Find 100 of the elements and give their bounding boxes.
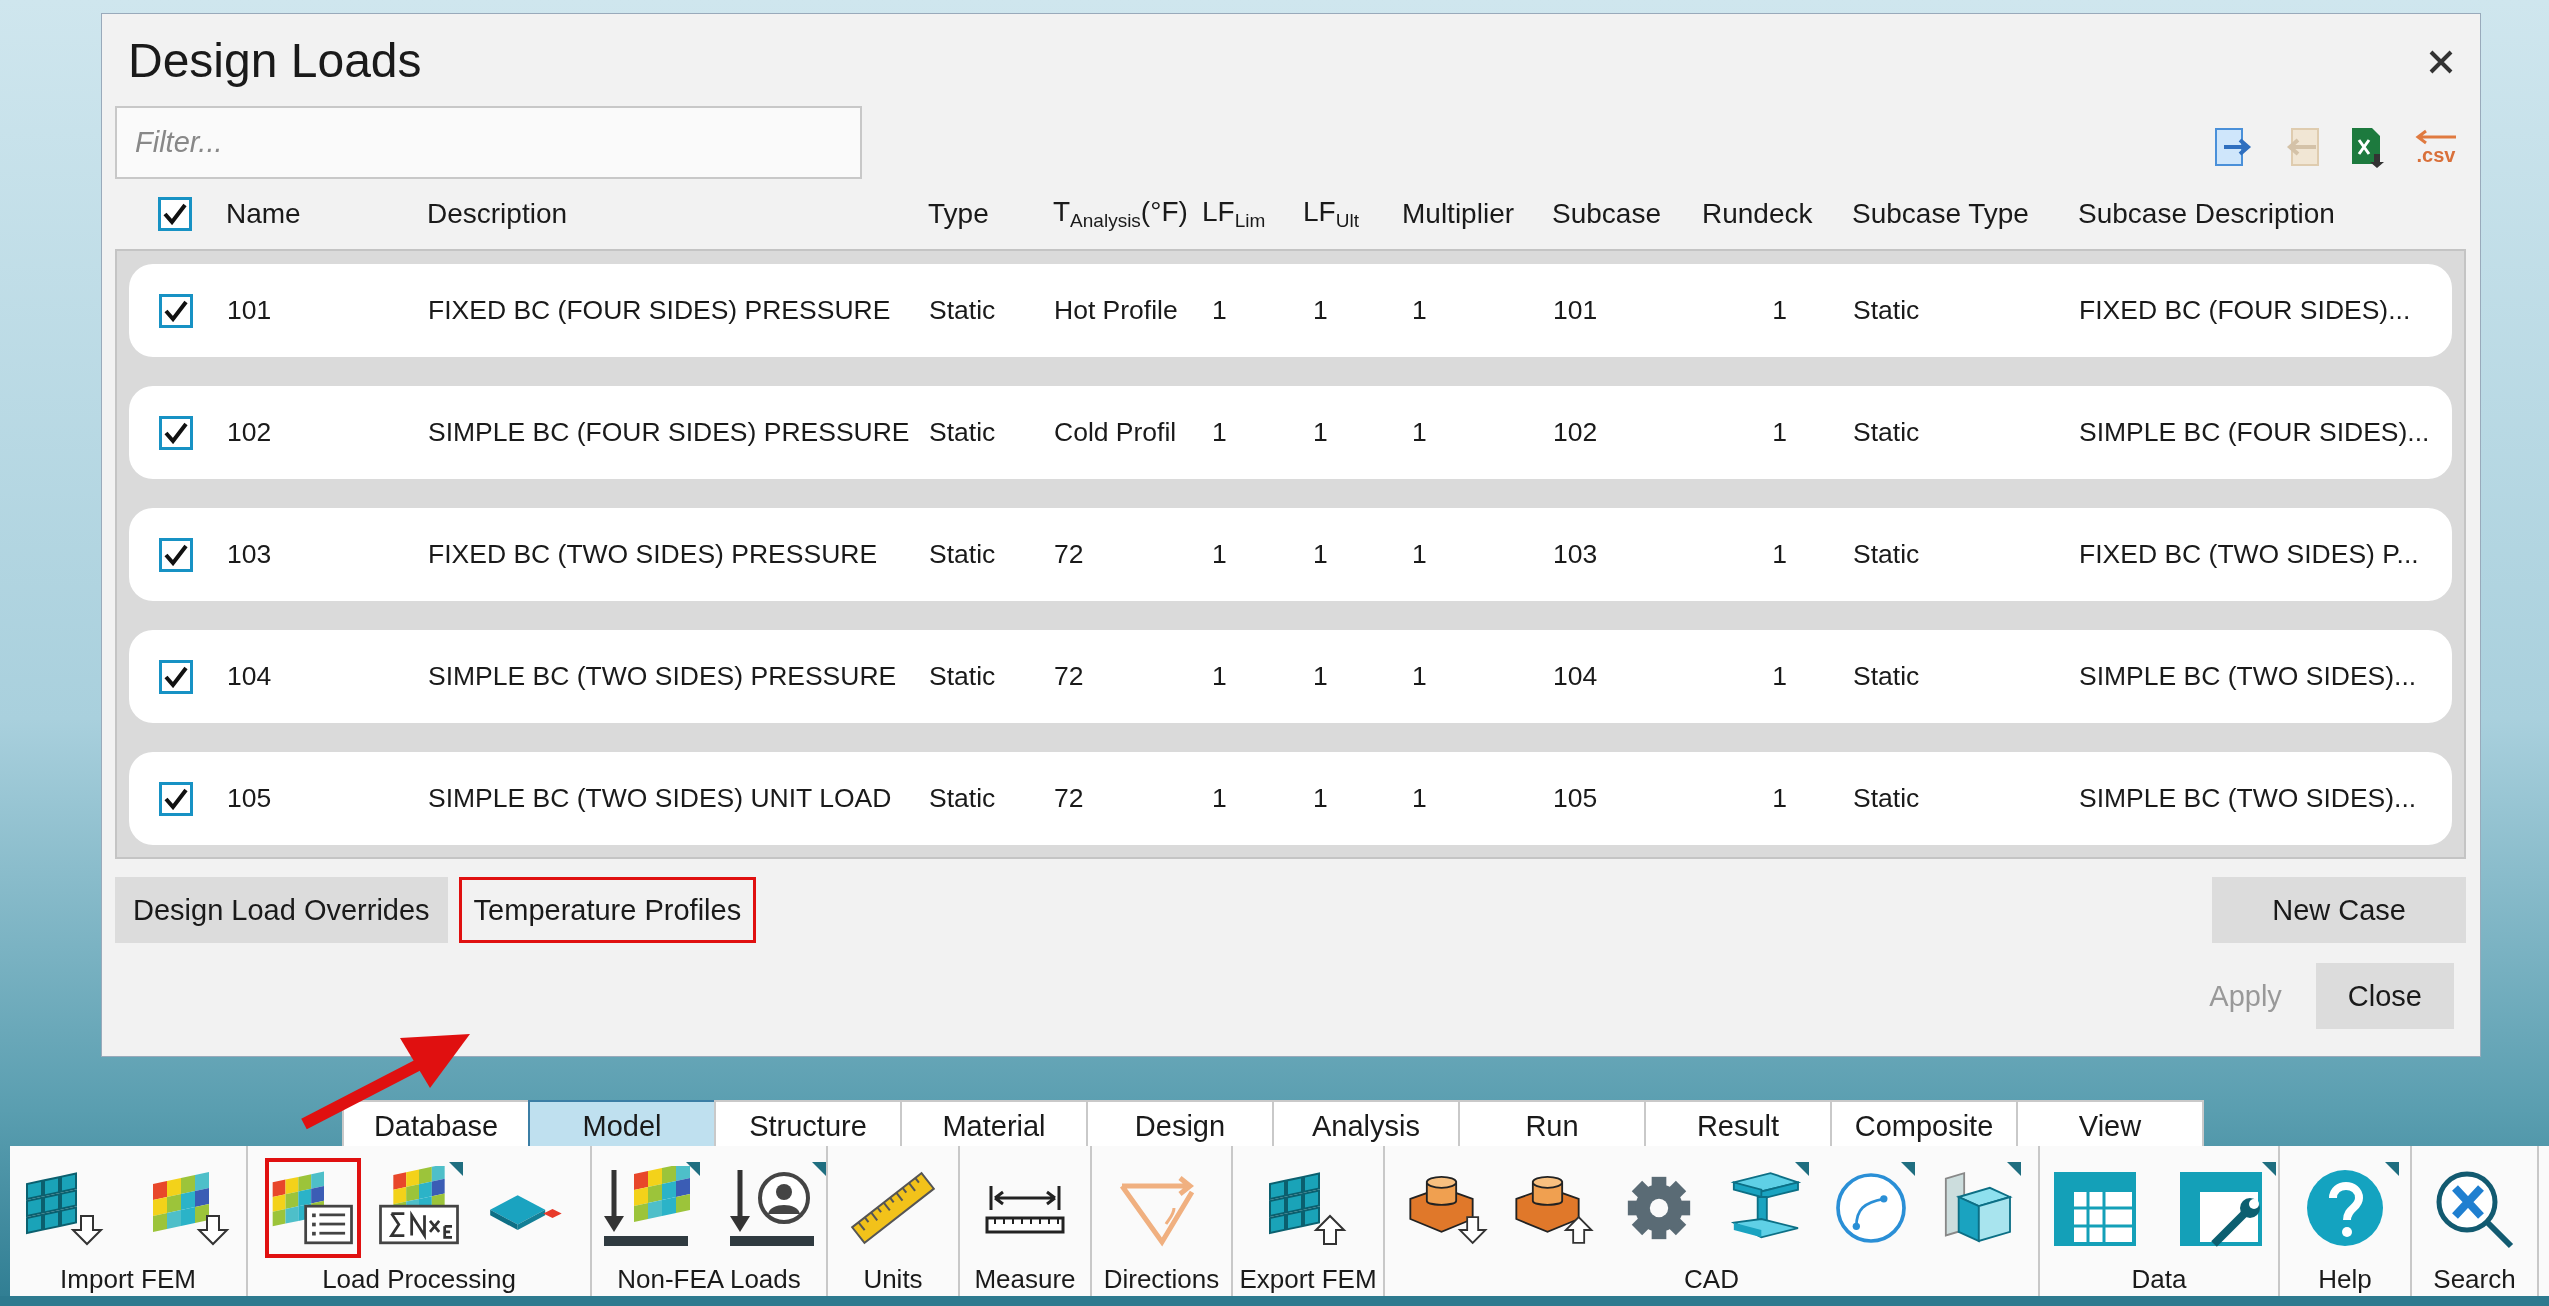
ribbon-tab[interactable]: Analysis (1272, 1100, 1460, 1146)
table-cell-text: Static (929, 661, 997, 692)
ribbon-tab[interactable]: Run (1458, 1100, 1646, 1146)
table-cell-text: Hot Profile (1054, 295, 1179, 326)
excel-export-icon (2350, 125, 2384, 168)
ribbon-tab[interactable]: Database (342, 1100, 530, 1146)
ribbon-tab[interactable]: Result (1644, 1100, 1832, 1146)
table-cell-text: 1 (1771, 783, 1788, 814)
check-icon (164, 299, 188, 322)
table-cell-text: Static (1853, 295, 1921, 326)
table-cell-text: 1 (1211, 539, 1228, 570)
dialog-button[interactable]: Design Load Overrides (115, 877, 448, 943)
table-cell-text: Static (1853, 539, 1921, 570)
table-cell-text: 1 (1312, 417, 1329, 448)
checkbox[interactable] (159, 293, 193, 328)
checkbox[interactable] (159, 415, 193, 450)
menu-corner-icon (2006, 1162, 2021, 1176)
column-header[interactable]: LF$_{Lim}$ (1202, 196, 1303, 232)
ribbon-tab[interactable]: Composite (1830, 1100, 2018, 1146)
table-cell-text: 1 (1771, 295, 1788, 326)
table-cell-text: 1 (1771, 539, 1788, 570)
table-cell-text: 72 (1054, 539, 1085, 570)
ribbon-tab[interactable]: Design (1086, 1100, 1274, 1146)
table-cell-text: Static (1853, 783, 1921, 814)
filter-field[interactable]: Filter... (115, 106, 862, 179)
table-cell-text: SIMPLE BC (FOUR SIDES) PRESSURE (428, 417, 911, 448)
column-header[interactable]: Rundeck (1702, 198, 1852, 230)
column-header[interactable]: Type (928, 198, 1053, 230)
menu-corner-icon (812, 1162, 826, 1176)
group-label: Export FEM (1239, 1264, 1377, 1295)
table-cell-text: 1 (1771, 417, 1788, 448)
table-cell-text: 1 (1312, 295, 1329, 326)
ribbon-tab[interactable]: Model (528, 1100, 716, 1146)
table-cell-text: 1 (1211, 295, 1228, 326)
group-label: Non-FEA Loads (617, 1264, 801, 1295)
table-cell-text: Static (929, 783, 997, 814)
excel-export-button[interactable] (2350, 125, 2384, 168)
group-label: Units (863, 1264, 923, 1295)
column-header[interactable]: Subcase Type (1852, 198, 2078, 230)
table-cell-text: 102 (1553, 417, 1599, 448)
table-cell-text: 1 (1211, 417, 1228, 448)
table-cell-text: 104 (227, 661, 273, 692)
table-row[interactable]: 105 SIMPLE BC (TWO SIDES) UNIT LOAD Static 72 1 1 1 105 1 Static SIMPLE BC (TWO SIDES)... (129, 752, 2452, 845)
table-cell-text: 1 (1411, 539, 1428, 570)
dialog-title: Design Loads (128, 32, 422, 88)
dialog-button[interactable]: Temperature Profiles (458, 877, 757, 943)
table-cell-text: SIMPLE BC (TWO SIDES)... (2079, 661, 2418, 692)
ribbon-tab[interactable]: Material (900, 1100, 1088, 1146)
table-row[interactable]: 104 SIMPLE BC (TWO SIDES) PRESSURE Static 72 1 1 1 104 1 Static SIMPLE BC (TWO SIDES)... (129, 630, 2452, 723)
group-label: Search (2433, 1264, 2516, 1295)
group-label: Directions (1103, 1264, 1220, 1295)
table-cell-text: FIXED BC (FOUR SIDES)... (2079, 295, 2412, 326)
checkbox[interactable] (159, 781, 193, 816)
table-cell-text: 72 (1054, 783, 1085, 814)
check-icon (163, 203, 187, 225)
table-cell-text: Static (1853, 661, 1921, 692)
table-cell-text: Cold Profil (1054, 417, 1178, 448)
column-header[interactable]: Description (427, 198, 928, 230)
tool-button[interactable] (265, 1158, 361, 1258)
group-label: CAD (1684, 1264, 1739, 1295)
checkbox[interactable] (159, 659, 193, 694)
table-cell-text: 1 (1312, 539, 1329, 570)
table-row[interactable]: 102 SIMPLE BC (FOUR SIDES) PRESSURE Static Cold Profil 1 1 1 102 1 Static SIMPLE BC (FOUR SIDES)... (129, 386, 2452, 479)
table-cell-text: 1 (1411, 661, 1428, 692)
new-case-button[interactable]: New Case (2212, 877, 2466, 943)
dialog-button[interactable]: Close (2315, 963, 2454, 1029)
table-row[interactable]: 101 FIXED BC (FOUR SIDES) PRESSURE Static Hot Profile 1 1 1 101 1 Static FIXED BC (FOUR SIDES)... (129, 264, 2452, 357)
table-cell-text: 104 (1553, 661, 1599, 692)
table-cell-text: Static (929, 417, 997, 448)
column-header[interactable]: Subcase (1552, 198, 1702, 230)
column-header[interactable]: LF$_{Ult}$ (1303, 196, 1402, 232)
check-icon (164, 787, 188, 810)
arrow-left-icon (2414, 128, 2458, 145)
table-cell-text: 72 (1054, 661, 1085, 692)
menu-corner-icon (2262, 1162, 2276, 1176)
table-cell-text: 1 (1771, 661, 1788, 692)
checkbox[interactable] (158, 197, 192, 231)
table-cell-text: 102 (227, 417, 273, 448)
table-cell-text: 1 (1411, 295, 1428, 326)
import-button[interactable] (2214, 126, 2252, 167)
table-row[interactable]: 103 FIXED BC (TWO SIDES) PRESSURE Static 72 1 1 1 103 1 Static FIXED BC (TWO SIDES) P... (129, 508, 2452, 601)
table-cell-text: FIXED BC (TWO SIDES) P... (2079, 539, 2420, 570)
column-header[interactable]: Name (226, 198, 427, 230)
checkbox[interactable] (159, 537, 193, 572)
table-cell-text: Static (929, 539, 997, 570)
group-label: Data (2131, 1264, 2187, 1295)
table-cell-text: SIMPLE BC (TWO SIDES) UNIT LOAD (428, 783, 893, 814)
menu-corner-icon (686, 1162, 700, 1176)
column-header[interactable]: Subcase Description (2078, 198, 2466, 230)
column-header[interactable]: T$_{Analysis}$(°F) (1053, 196, 1202, 232)
ribbon-tab[interactable]: View (2016, 1100, 2204, 1146)
table-cell-text: SIMPLE BC (TWO SIDES) PRESSURE (428, 661, 898, 692)
check-icon (164, 421, 188, 444)
ribbon-tab[interactable]: Structure (714, 1100, 902, 1146)
group-label: Import FEM (60, 1264, 196, 1295)
table-cell-text: 1 (1312, 783, 1329, 814)
table-cell-text: 1 (1312, 661, 1329, 692)
menu-corner-icon (1794, 1162, 1809, 1176)
column-header[interactable]: Multiplier (1402, 198, 1552, 230)
group-label: Help (2318, 1264, 2372, 1295)
